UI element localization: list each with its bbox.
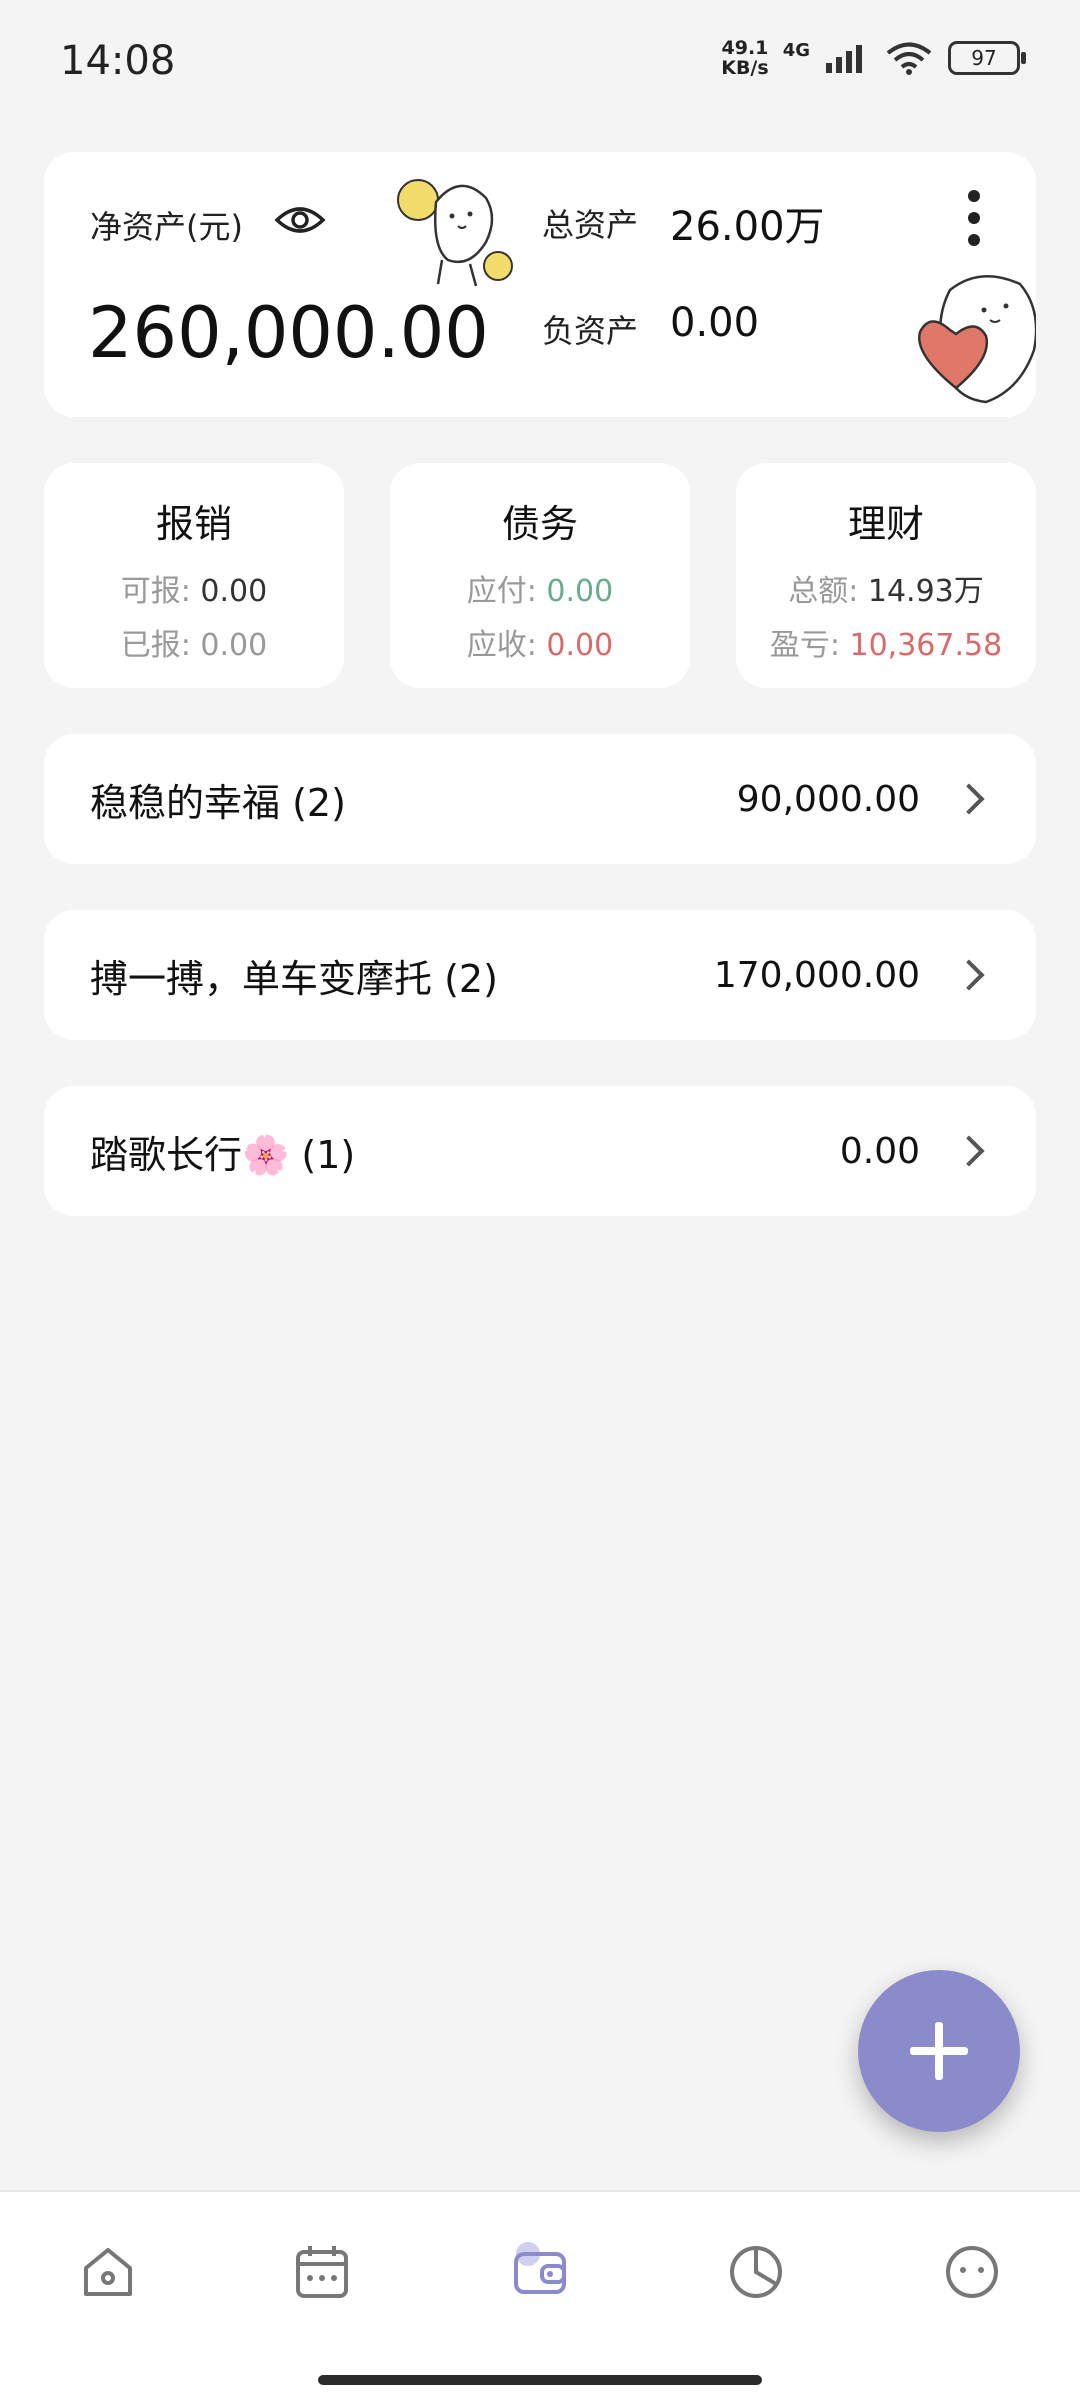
finance-profit-loss: 盈亏: 10,367.58 [769,628,1003,663]
reimburse-done: 已报: 0.00 [120,628,268,663]
account-group-item[interactable]: 稳稳的幸福 (2) 90,000.00 [44,734,1036,864]
more-menu-icon[interactable] [968,190,982,256]
network-type: 4G [782,40,810,61]
signal-icon [826,45,862,73]
account-group-amount: 170,000.00 [713,954,920,996]
wallet-icon[interactable] [510,2238,570,2298]
debt-title: 债务 [501,502,578,546]
debt-card[interactable]: 债务 应付: 0.00 应收: 0.00 [390,463,690,688]
reimburse-available: 可报: 0.00 [120,574,268,609]
chevron-right-icon [953,959,985,991]
status-icons: 49.1 KB/s 4G 97 [721,37,1026,79]
reimburse-card[interactable]: 报销 可报: 0.00 已报: 0.00 [44,463,344,688]
finance-total: 总额: 14.93万 [788,574,984,609]
smiley-icon[interactable] [942,2242,1002,2302]
debt-receivable: 应收: 0.00 [466,628,614,663]
net-assets-label: 净资产(元) [90,208,243,246]
account-group-amount: 90,000.00 [736,778,920,820]
status-time: 14:08 [60,38,176,84]
account-group-item[interactable]: 搏一搏，单车变摩托 (2) 170,000.00 [44,910,1036,1040]
total-assets-label: 总资产 [542,206,639,244]
account-group-name: 踏歌长行🌸 (1) [90,1132,356,1177]
net-assets-card[interactable]: 净资产(元) 260,000.00 总资产 26.00万 负资产 0.00 [44,152,1036,417]
bear-heart-sticker [918,275,1036,404]
calendar-icon[interactable] [292,2242,352,2302]
net-speed: 49.1 KB/s [721,37,769,79]
home-indicator [318,2375,762,2385]
eye-icon[interactable] [274,200,326,240]
home-icon[interactable] [78,2242,138,2302]
pie-chart-icon[interactable] [726,2242,786,2302]
account-group-name: 稳稳的幸福 (2) [90,780,346,825]
chevron-right-icon [953,783,985,815]
plus-icon [910,2022,968,2080]
debt-payable: 应付: 0.00 [466,574,614,609]
liabilities-value: 0.00 [670,300,760,346]
account-group-amount: 0.00 [839,1130,920,1172]
total-assets-value: 26.00万 [670,204,825,250]
account-group-item[interactable]: 踏歌长行🌸 (1) 0.00 [44,1086,1036,1216]
wifi-icon [886,42,932,75]
finance-card[interactable]: 理财 总额: 14.93万 盈亏: 10,367.58 [736,463,1036,688]
bottom-navigation [0,2190,1080,2403]
chevron-right-icon [953,1135,985,1167]
reimburse-title: 报销 [155,502,232,546]
net-assets-value: 260,000.00 [88,292,489,374]
liabilities-label: 负资产 [542,312,639,350]
bear-cheer-sticker [397,179,513,287]
battery-icon: 97 [948,41,1026,75]
account-group-name: 搏一搏，单车变摩托 (2) [90,956,498,1001]
finance-title: 理财 [847,502,924,546]
add-button[interactable] [858,1970,1020,2132]
